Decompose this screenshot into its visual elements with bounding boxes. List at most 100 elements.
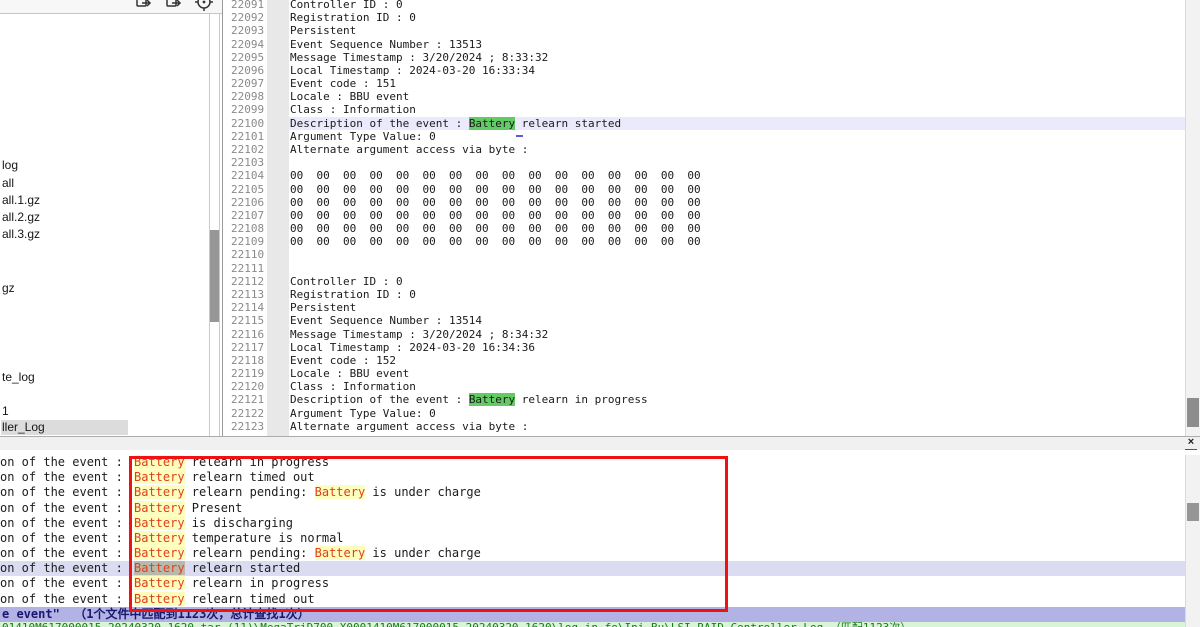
editor-line[interactable]: 22123Alternate argument access via byte … [223,420,1200,433]
results-scrollbar-thumb[interactable] [1187,503,1199,521]
editor-line[interactable]: 22095Message Timestamp : 3/20/2024 ; 8:3… [223,51,1200,64]
editor-scrollbar-thumb[interactable] [1187,398,1199,427]
search-result-line[interactable]: on of the event :Battery relearn in prog… [0,455,1200,470]
export-log-icon[interactable] [134,0,156,12]
line-text: Locale : BBU event [290,367,409,380]
search-result-line[interactable]: on of the event :Battery relearn in prog… [0,576,1200,591]
editor-lines: 22091Controller ID : 022092 Registration … [223,0,1200,434]
line-text: Registration ID : 0 [290,288,416,301]
line-text: Registration ID : 0 [290,11,416,24]
editor-line[interactable]: 22098Locale : BBU event [223,90,1200,103]
search-summary-bar: e event" （1个文件中匹配到1123次，总计查找1次） [0,607,1186,622]
search-result-line[interactable]: on of the event :Battery relearn timed o… [0,592,1200,607]
search-result-line[interactable]: on of the event :Battery is discharging [0,516,1200,531]
highlighted-match: Battery [134,455,185,469]
line-text: Argument Type Value: 0 [290,407,436,420]
editor-line[interactable]: 22116Message Timestamp : 3/20/2024 ; 8:3… [223,328,1200,341]
editor-line[interactable]: 22122 Argument Type Value: 0 [223,407,1200,420]
editor-line[interactable]: 22099Class : Information [223,103,1200,116]
line-text: Locale : BBU event [290,90,409,103]
export-all-logs-icon[interactable] [164,0,186,12]
line-number: 22099 [231,103,264,116]
line-number: 22114 [231,301,264,314]
line-number: 22092 [231,11,264,24]
sidebar-item[interactable]: gz [1,281,19,296]
editor-line[interactable]: 22100Description of the event : Battery … [223,117,1200,130]
line-text: Alternate argument access via byte : [290,143,528,156]
log-editor-pane[interactable]: 22091Controller ID : 022092 Registration … [223,0,1200,436]
line-number: 22122 [231,407,264,420]
editor-line[interactable]: 22101Argument Type Value: 0 [223,130,1200,143]
result-prefix: on of the event : [0,516,123,531]
editor-line[interactable]: 22093Persistent [223,24,1200,37]
editor-line[interactable]: 22117Local Timestamp : 2024-03-20 16:34:… [223,341,1200,354]
highlighted-match: Battery [134,546,185,560]
line-number: 22093 [231,24,264,37]
line-number: 22115 [231,314,264,327]
editor-line[interactable]: 22092 Registration ID : 0 [223,11,1200,24]
close-icon[interactable]: × [1185,437,1197,450]
results-vertical-scrollbar[interactable] [1185,455,1200,627]
sidebar-item[interactable]: all.3.gz [1,227,44,242]
editor-line[interactable]: 22103 [223,156,1200,169]
line-number: 22106 [231,196,264,209]
line-number: 22110 [231,248,264,261]
sidebar-item[interactable]: all [1,176,18,191]
editor-line[interactable]: 22096Local Timestamp : 2024-03-20 16:33:… [223,64,1200,77]
editor-line[interactable]: 22094Event Sequence Number : 13513 [223,38,1200,51]
result-prefix: on of the event : [0,501,123,516]
editor-line[interactable]: 22111 [223,262,1200,275]
editor-line[interactable]: 22091Controller ID : 0 [223,0,1200,11]
locate-target-icon[interactable] [194,0,216,12]
editor-line[interactable]: 22118Event code : 152 [223,354,1200,367]
result-prefix: on of the event : [0,592,123,607]
editor-line[interactable]: 22102 Alternate argument access via byte … [223,143,1200,156]
search-results-panel[interactable]: on of the event :Battery relearn in prog… [0,450,1200,627]
editor-line[interactable]: 22114Persistent [223,301,1200,314]
line-text: Event code : 151 [290,77,396,90]
editor-line[interactable]: 22119Locale : BBU event [223,367,1200,380]
search-result-line[interactable]: on of the event :Battery relearn started [0,561,1200,576]
editor-line[interactable]: 22121Description of the event : Battery … [223,393,1200,406]
line-text: Argument Type Value: 0 [290,130,436,143]
editor-line[interactable]: 2210600 00 00 00 00 00 00 00 00 00 00 00… [223,196,1200,209]
editor-line[interactable]: 22104 00 00 00 00 00 00 00 00 00 00 00 00… [223,169,1200,182]
highlighted-match: Battery [134,561,185,575]
sidebar-item[interactable]: log [1,158,22,173]
sidebar-item[interactable]: ller_Log [1,420,128,435]
result-text: Battery relearn timed out [134,470,315,485]
search-result-line[interactable]: on of the event :Battery relearn pending… [0,485,1200,500]
editor-vertical-scrollbar[interactable] [1185,0,1200,436]
search-result-line[interactable]: on of the event :Battery relearn pending… [0,546,1200,561]
sidebar-item[interactable]: all.2.gz [1,210,44,225]
search-result-line[interactable]: on of the event :Battery temperature is … [0,531,1200,546]
line-number: 22102 [231,143,264,156]
search-result-line[interactable]: on of the event :Battery relearn timed o… [0,470,1200,485]
highlighted-match: Battery [134,576,185,590]
highlighted-match: Battery [134,470,185,484]
line-number: 22123 [231,420,264,433]
line-number: 22105 [231,183,264,196]
line-number: 22100 [231,117,264,130]
line-number: 22112 [231,275,264,288]
search-file-header[interactable]: 01410M617000015-20240320-1620.tar (11)\M… [0,622,1186,627]
sidebar-item[interactable]: all.1.gz [1,193,44,208]
search-result-line[interactable]: on of the event : Battery Present [0,501,1200,516]
editor-line[interactable]: 22120Class : Information [223,380,1200,393]
editor-line[interactable]: 2210800 00 00 00 00 00 00 00 00 00 00 00… [223,222,1200,235]
editor-line[interactable]: 2210700 00 00 00 00 00 00 00 00 00 00 00… [223,209,1200,222]
editor-line[interactable]: 22113Registration ID : 0 [223,288,1200,301]
editor-line[interactable]: 22112Controller ID : 0 [223,275,1200,288]
sidebar-item[interactable]: 1 [1,404,13,419]
editor-line[interactable]: 2210900 00 00 00 00 00 00 00 00 00 00 00… [223,235,1200,248]
sidebar-vertical-scrollbar[interactable] [209,14,220,436]
line-number: 22104 [231,169,264,182]
editor-line[interactable]: 2210500 00 00 00 00 00 00 00 00 00 00 00… [223,183,1200,196]
line-text: 00 00 00 00 00 00 00 00 00 00 00 00 00 0… [290,169,701,182]
result-text: Battery Present [134,501,242,516]
editor-line[interactable]: 22115Event Sequence Number : 13514 [223,314,1200,327]
editor-line[interactable]: 22110 [223,248,1200,261]
editor-line[interactable]: 22097Event code : 151 [223,77,1200,90]
sidebar-item[interactable]: te_log [1,370,39,385]
sidebar-scrollbar-thumb[interactable] [210,230,219,322]
